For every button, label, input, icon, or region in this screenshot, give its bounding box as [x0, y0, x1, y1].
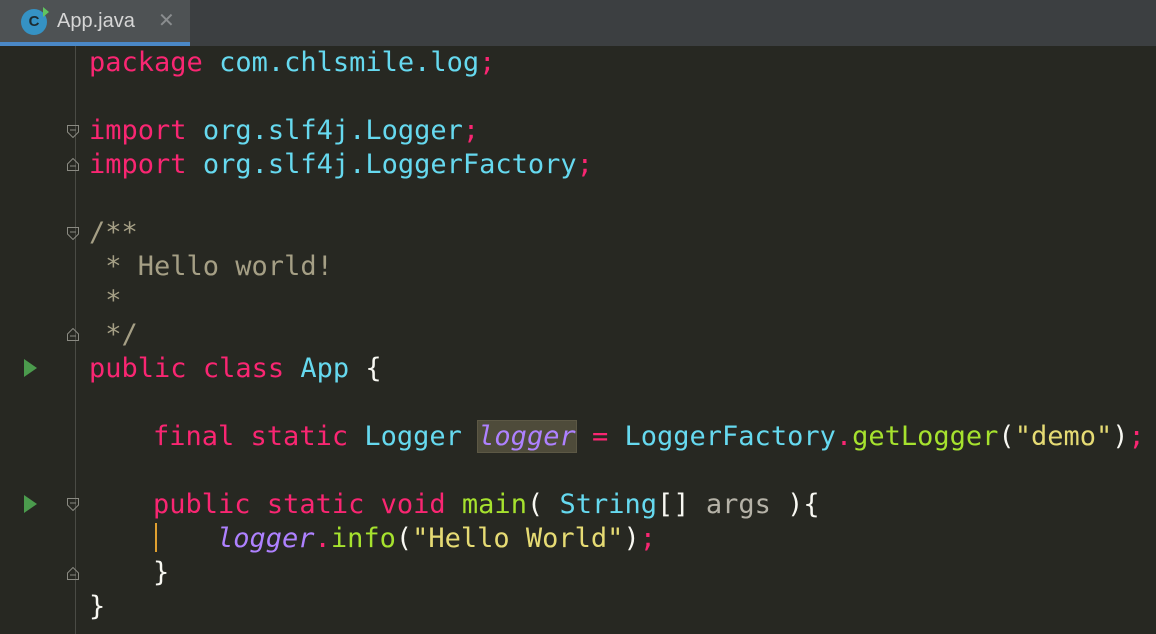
- operator: =: [591, 421, 609, 452]
- tab-label: App.java: [57, 10, 135, 32]
- fold-imports-end-icon[interactable]: [67, 158, 79, 171]
- package-name: com.chlsmile.log: [219, 47, 480, 78]
- dot: .: [835, 421, 853, 452]
- paren: ): [623, 523, 640, 554]
- fold-comment-end-icon[interactable]: [67, 328, 79, 341]
- fold-main-icon[interactable]: [67, 498, 79, 511]
- doc-comment-line: */: [89, 319, 138, 350]
- code-line-class-decl: public class App {: [89, 352, 382, 386]
- semicolon: ;: [462, 115, 480, 146]
- closing-brace: }: [89, 591, 106, 622]
- keyword: class: [202, 353, 285, 384]
- paren: (: [526, 489, 544, 520]
- dot: .: [314, 523, 331, 554]
- brace: {: [365, 353, 382, 384]
- code-line-import: import org.slf4j.Logger;: [89, 114, 479, 148]
- tab-app-java[interactable]: C App.java ✕: [0, 0, 190, 46]
- brackets: []: [657, 489, 690, 520]
- doc-comment-line: * Hello world!: [89, 251, 333, 282]
- java-class-icon: C: [21, 7, 49, 35]
- semicolon: ;: [576, 149, 593, 180]
- paren: (: [395, 523, 413, 554]
- parameter-name: args: [705, 489, 771, 520]
- field-logger: logger: [477, 420, 577, 453]
- doc-comment-line: /**: [89, 217, 138, 248]
- paren: (: [998, 421, 1015, 452]
- paren-brace: ){: [787, 489, 820, 520]
- keyword: public: [153, 489, 251, 520]
- import-path: org.slf4j.LoggerFactory: [202, 149, 577, 180]
- import-path: org.slf4j.Logger: [202, 115, 463, 146]
- close-icon[interactable]: ✕: [158, 8, 175, 33]
- keyword: package: [89, 47, 203, 78]
- run-class-icon[interactable]: [24, 359, 37, 377]
- fold-imports-icon[interactable]: [67, 125, 79, 138]
- code-line-import: import org.slf4j.LoggerFactory;: [89, 148, 593, 182]
- code-editor[interactable]: package com.chlsmile.log; import org.slf…: [0, 46, 1156, 634]
- run-main-icon[interactable]: [24, 495, 37, 513]
- keyword: static: [266, 489, 365, 520]
- keyword: static: [250, 421, 349, 452]
- field-logger: logger: [217, 523, 315, 554]
- method-name: info: [330, 523, 396, 554]
- code-line-package: package com.chlsmile.log;: [89, 46, 495, 80]
- type-name: String: [559, 489, 658, 520]
- code-line-main-decl: public static void main( String[] args )…: [153, 488, 820, 522]
- keyword: import: [89, 149, 187, 180]
- fold-main-end-icon[interactable]: [67, 567, 79, 580]
- class-name: App: [300, 353, 350, 384]
- code-line-field-decl: final static Logger logger = LoggerFacto…: [153, 420, 1145, 454]
- string-literal: "demo": [1014, 421, 1113, 452]
- type-name: LoggerFactory: [624, 421, 836, 452]
- doc-comment-line: *: [89, 285, 122, 316]
- keyword: public: [89, 353, 187, 384]
- string-literal: "Hello World": [412, 523, 624, 554]
- fold-comment-icon[interactable]: [67, 227, 79, 240]
- semicolon: ;: [1128, 421, 1145, 452]
- semicolon: ;: [639, 523, 656, 554]
- keyword: void: [380, 489, 446, 520]
- method-name: getLogger: [852, 421, 999, 452]
- code-line-logger-call: logger.info("Hello World");: [217, 522, 656, 556]
- paren: ): [1112, 421, 1129, 452]
- semicolon: ;: [479, 47, 496, 78]
- closing-brace: }: [153, 557, 170, 588]
- text-caret: [155, 523, 157, 552]
- keyword: import: [89, 115, 187, 146]
- method-name: main: [461, 489, 527, 520]
- keyword: final: [153, 421, 235, 452]
- type-name: Logger: [364, 421, 462, 452]
- editor-tab-bar: C App.java ✕: [0, 0, 1156, 47]
